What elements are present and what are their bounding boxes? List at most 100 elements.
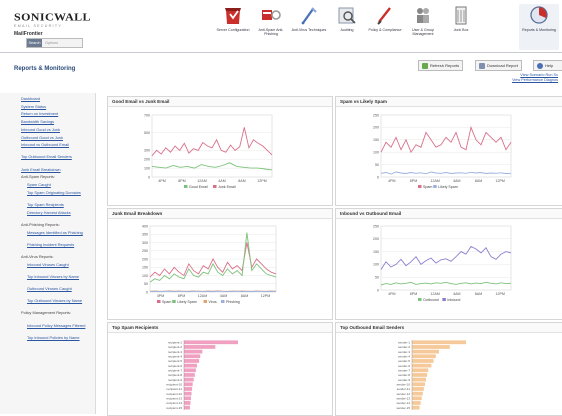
bar [184, 396, 191, 400]
bar-category-label: sender-1 [398, 341, 410, 345]
bar [412, 382, 425, 386]
x-tick-label: 4AM [453, 179, 460, 183]
x-tick-label: 12PM [257, 179, 266, 183]
bar-category-label: sender-11 [397, 387, 411, 391]
y-tick-label: 50 [144, 282, 148, 286]
bar-category-label: recipient-15 [166, 406, 182, 410]
legend-swatch [418, 185, 422, 188]
y-tick-label: 0 [377, 175, 379, 179]
bar-category-label: sender-14 [396, 401, 410, 405]
legend-label: Good Email [189, 185, 208, 189]
y-tick-label: 150 [142, 266, 148, 270]
bar [184, 382, 193, 386]
bar [412, 373, 427, 377]
legend-label: Spam [162, 300, 171, 304]
x-tick-label: 4PM [157, 294, 164, 298]
x-tick-label: 12AM [430, 292, 439, 296]
bar-category-label: sender-5 [398, 359, 410, 363]
bar-category-label: sender-3 [398, 350, 410, 354]
bar [184, 364, 197, 368]
y-tick-label: 0 [146, 290, 148, 294]
y-tick-label: 200 [144, 158, 150, 162]
x-tick-label: 4AM [453, 292, 460, 296]
legend-swatch [213, 185, 217, 188]
legend-swatch [418, 298, 422, 301]
legend-label: Junk Email [218, 185, 236, 189]
x-tick-label: 8AM [241, 294, 248, 298]
legend-swatch [204, 300, 208, 303]
legend-label: Phishing [226, 300, 240, 304]
bar-category-label: recipient-13 [166, 397, 182, 401]
legend-label: Inbound [447, 298, 460, 302]
bar-category-label: sender-9 [398, 378, 410, 382]
x-tick-label: 12PM [495, 292, 504, 296]
y-tick-label: 250 [373, 113, 379, 117]
bar-category-label: recipient-5 [168, 359, 182, 363]
bar [412, 340, 466, 344]
y-tick-label: 100 [144, 166, 150, 170]
legend-label: Likely Spam [438, 185, 458, 189]
bar-category-label: sender-12 [396, 392, 410, 396]
y-tick-label: 200 [373, 237, 379, 241]
x-tick-label: 8PM [178, 179, 185, 183]
y-tick-label: 100 [373, 151, 379, 155]
y-tick-label: 50 [375, 163, 379, 167]
y-tick-label: 700 [144, 113, 150, 117]
bar-category-label: sender-13 [396, 397, 410, 401]
x-tick-label: 8AM [475, 292, 482, 296]
legend-swatch [172, 300, 176, 303]
y-tick-label: 0 [148, 175, 150, 179]
y-tick-label: 350 [142, 233, 148, 237]
bar [412, 378, 426, 382]
charts-layer: 01002003005007004PM8PM12AM4AM8AM12PMGood… [0, 0, 562, 414]
bar [184, 340, 238, 344]
bar [412, 368, 428, 372]
bar [412, 350, 439, 354]
bar [184, 401, 190, 405]
bar-category-label: recipient-12 [166, 392, 182, 396]
legend-swatch [433, 185, 437, 188]
y-tick-label: 400 [142, 224, 148, 228]
x-tick-label: 4PM [388, 292, 395, 296]
bar [412, 364, 431, 368]
x-tick-label: 4PM [158, 179, 165, 183]
bar [184, 373, 195, 377]
x-tick-label: 4AM [218, 179, 225, 183]
legend-label: Spam [423, 185, 432, 189]
bar-category-label: sender-15 [396, 406, 410, 410]
bar [184, 378, 194, 382]
y-tick-label: 250 [373, 224, 379, 228]
x-tick-label: 8PM [410, 179, 417, 183]
legend-swatch [221, 300, 225, 303]
bar-category-label: sender-8 [398, 373, 410, 377]
bar [412, 359, 434, 363]
bar-category-label: recipient-8 [168, 373, 182, 377]
bar-category-label: recipient-1 [168, 341, 182, 345]
bar-category-label: recipient-14 [166, 401, 182, 405]
bar-category-label: recipient-2 [168, 345, 182, 349]
x-tick-label: 4AM [220, 294, 227, 298]
legend-swatch [157, 300, 161, 303]
y-tick-label: 100 [373, 263, 379, 267]
bar [184, 406, 190, 410]
y-tick-label: 500 [144, 131, 150, 135]
legend-swatch [442, 298, 446, 301]
x-tick-label: 12PM [495, 179, 504, 183]
bar-category-label: sender-2 [398, 345, 410, 349]
y-tick-label: 300 [142, 241, 148, 245]
bar-category-label: recipient-11 [167, 387, 183, 391]
y-tick-label: 150 [373, 250, 379, 254]
bar-category-label: recipient-10 [166, 383, 182, 387]
bar-category-label: recipient-4 [168, 355, 182, 359]
bar [412, 354, 436, 358]
x-tick-label: 8AM [238, 179, 245, 183]
x-tick-label: 12AM [197, 179, 206, 183]
y-tick-label: 250 [142, 249, 148, 253]
bar-category-label: recipient-3 [168, 350, 182, 354]
bar [412, 345, 450, 349]
bar-category-label: sender-6 [398, 364, 410, 368]
bar [184, 368, 196, 372]
y-tick-label: 200 [373, 126, 379, 130]
bar-category-label: recipient-7 [168, 369, 182, 373]
x-tick-label: 8PM [410, 292, 417, 296]
